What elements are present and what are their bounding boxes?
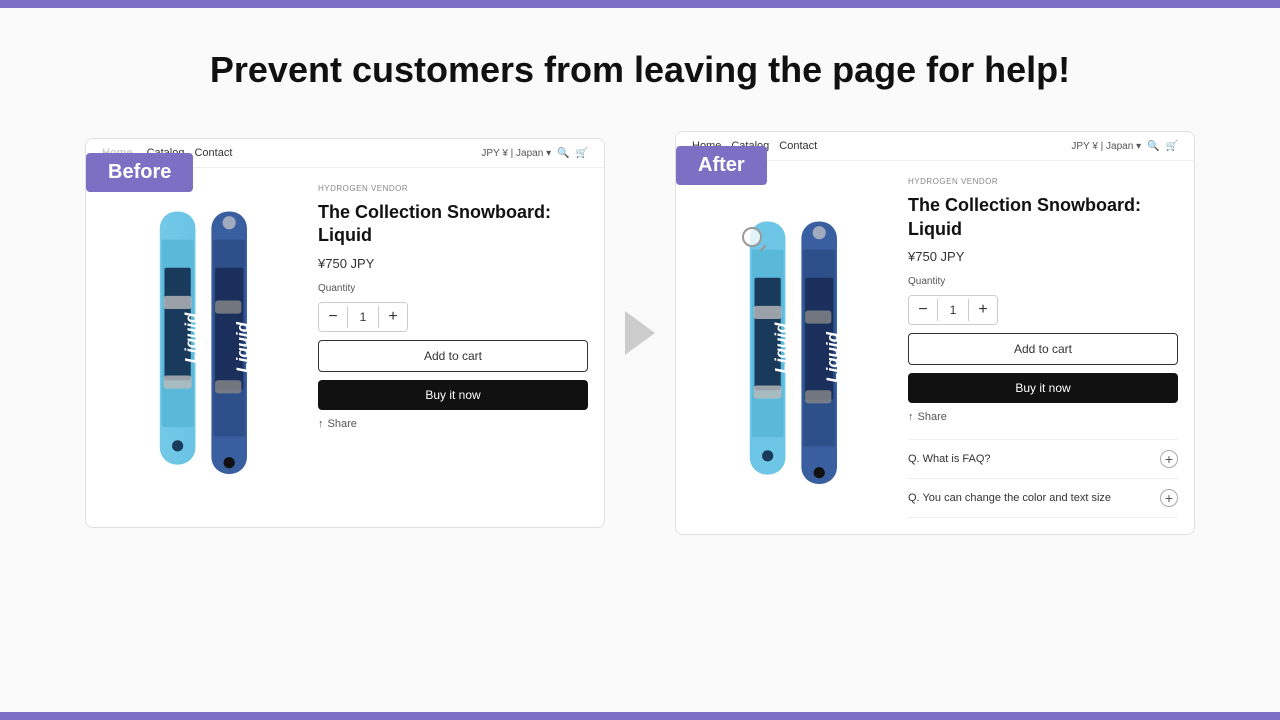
after-currency[interactable]: JPY ¥ | Japan ▾ (1071, 141, 1141, 152)
before-share[interactable]: ↑ Share (318, 418, 588, 430)
after-product-title: The Collection Snowboard: Liquid (908, 194, 1178, 241)
svg-text:Liquid: Liquid (823, 331, 842, 382)
after-buy-now[interactable]: Buy it now (908, 373, 1178, 403)
before-nav-links: Catalog Contact (147, 147, 472, 159)
before-vendor: HYDROGEN VENDOR (318, 184, 588, 193)
svg-text:Liquid: Liquid (771, 322, 790, 373)
after-product-image-col: Liquid Liquid (692, 177, 892, 518)
before-search-icon[interactable]: 🔍 (557, 148, 569, 159)
before-product-info: HYDROGEN VENDOR The Collection Snowboard… (318, 184, 588, 492)
arrow-container (605, 311, 675, 355)
main-container: Prevent customers from leaving the page … (0, 8, 1280, 712)
svg-text:Liquid: Liquid (181, 312, 200, 363)
before-nav-contact[interactable]: Contact (194, 147, 232, 159)
after-nav-contact[interactable]: Contact (779, 140, 817, 152)
before-price: ¥750 JPY (318, 256, 588, 271)
page-headline: Prevent customers from leaving the page … (210, 48, 1070, 91)
after-price: ¥750 JPY (908, 249, 1178, 264)
faq-question-0: Q. What is FAQ? (908, 453, 991, 465)
top-bar (0, 0, 1280, 8)
bottom-bar (0, 712, 1280, 720)
after-cart-icon[interactable]: 🛒 (1166, 141, 1178, 152)
after-qty-plus[interactable]: + (969, 296, 997, 324)
before-product-image: Liquid Liqui (112, 188, 292, 488)
after-product-area: Liquid Liquid (676, 161, 1194, 534)
before-buy-now[interactable]: Buy it now (318, 380, 588, 410)
after-search-icon[interactable]: 🔍 (1147, 141, 1159, 152)
before-panel: Before Home Catalog Contact JPY ¥ | Japa… (85, 138, 605, 528)
faq-section: Q. What is FAQ? + Q. You can change the … (908, 439, 1178, 518)
before-product-area: Liquid Liqui (86, 168, 604, 508)
panels-row: Before Home Catalog Contact JPY ¥ | Japa… (60, 131, 1220, 535)
before-product-title: The Collection Snowboard: Liquid (318, 201, 588, 248)
before-nav-right: JPY ¥ | Japan ▾ 🔍 🛒 (481, 148, 588, 159)
after-title-text: The Collection Snowboard: Liquid (908, 195, 1141, 238)
before-share-icon: ↑ (318, 418, 324, 430)
after-quantity-control: − 1 + (908, 295, 998, 325)
faq-item-1[interactable]: Q. You can change the color and text siz… (908, 479, 1178, 518)
after-qty-value: 1 (937, 299, 969, 321)
before-qty-plus[interactable]: + (379, 303, 407, 331)
after-product-image: Liquid Liquid (702, 198, 882, 498)
before-qty-value: 1 (347, 306, 379, 328)
before-currency[interactable]: JPY ¥ | Japan ▾ (481, 148, 551, 159)
faq-item-0[interactable]: Q. What is FAQ? + (908, 440, 1178, 479)
before-product-image-col: Liquid Liqui (102, 184, 302, 492)
faq-expand-0[interactable]: + (1160, 450, 1178, 468)
after-qty-minus[interactable]: − (909, 296, 937, 324)
after-quantity-label: Quantity (908, 276, 1178, 287)
after-nav-right: JPY ¥ | Japan ▾ 🔍 🛒 (1071, 141, 1178, 152)
before-quantity-label: Quantity (318, 283, 588, 294)
faq-expand-1[interactable]: + (1160, 489, 1178, 507)
after-share[interactable]: ↑ Share (908, 411, 1178, 423)
before-badge: Before (86, 153, 193, 192)
after-badge: After (676, 146, 767, 185)
before-cart-icon[interactable]: 🛒 (576, 148, 588, 159)
before-qty-minus[interactable]: − (319, 303, 347, 331)
after-vendor: HYDROGEN VENDOR (908, 177, 1178, 186)
svg-text:Liquid: Liquid (233, 321, 252, 372)
after-panel: After Home Catalog Contact JPY ¥ | Japan… (675, 131, 1195, 535)
before-add-to-cart[interactable]: Add to cart (318, 340, 588, 372)
faq-question-1: Q. You can change the color and text siz… (908, 492, 1111, 504)
arrow-right (625, 311, 655, 355)
after-share-label: Share (918, 411, 947, 423)
after-share-icon: ↑ (908, 411, 914, 423)
before-title-text: The Collection Snowboard: Liquid (318, 202, 551, 245)
after-product-info: HYDROGEN VENDOR The Collection Snowboard… (908, 177, 1178, 518)
after-add-to-cart[interactable]: Add to cart (908, 333, 1178, 365)
before-quantity-control: − 1 + (318, 302, 408, 332)
before-share-label: Share (328, 418, 357, 430)
